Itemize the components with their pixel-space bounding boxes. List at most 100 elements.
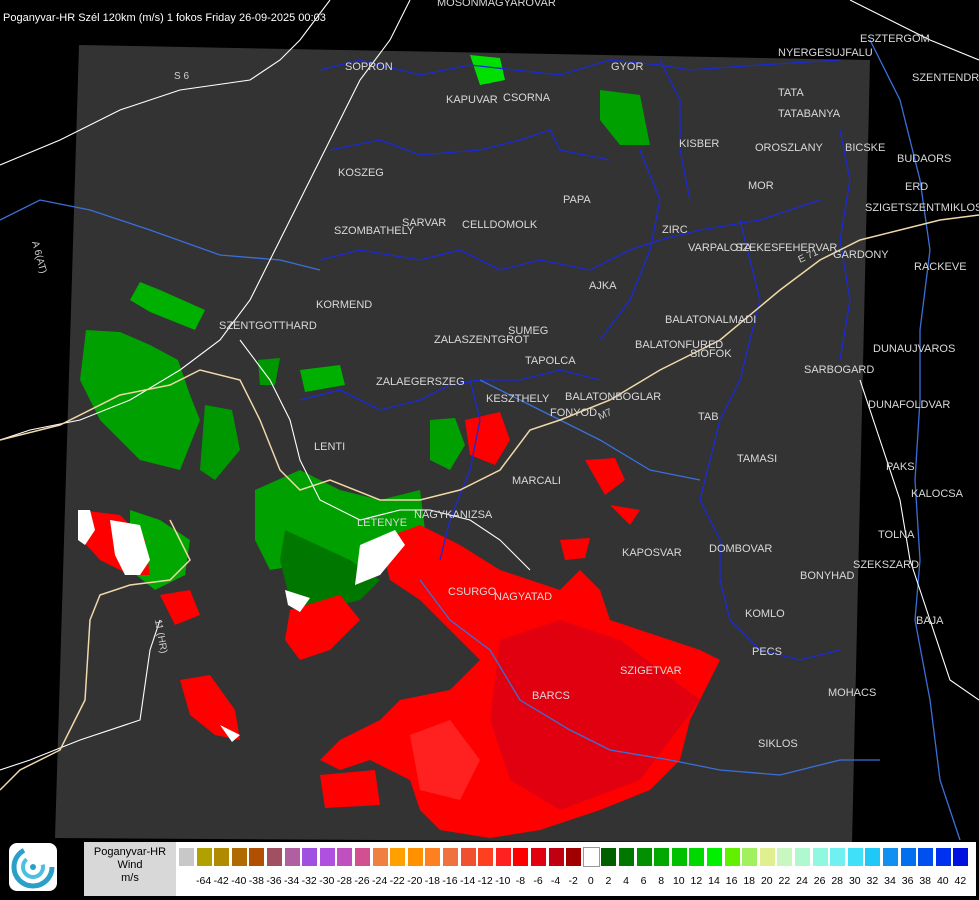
legend-swatch <box>882 847 899 867</box>
legend-swatch <box>899 847 917 867</box>
city-label: CSORNA <box>503 92 551 104</box>
city-label: KALOCSA <box>911 488 964 500</box>
city-label: TAB <box>698 411 719 423</box>
city-label: ZALASZENTGROT <box>434 334 530 346</box>
legend-swatch <box>653 847 671 867</box>
city-label: RACKEVE <box>914 261 967 273</box>
legend-swatch <box>178 847 195 867</box>
city-label: AJKA <box>589 280 617 292</box>
city-label: PECS <box>752 646 782 658</box>
legend-swatch <box>389 847 407 867</box>
legend-swatch <box>547 847 565 867</box>
city-label: KAPUVAR <box>446 94 498 106</box>
legend-swatch <box>424 847 442 867</box>
legend-swatch <box>829 847 847 867</box>
legend-swatch <box>582 847 600 867</box>
legend-swatch <box>371 847 389 867</box>
city-label: PAKS <box>886 461 915 473</box>
road-label: S 6 <box>174 71 189 82</box>
legend-swatch <box>195 847 213 867</box>
legend-swatch <box>283 847 301 867</box>
city-label: SZEKSZARD <box>853 559 919 571</box>
legend-unit: m/s <box>121 872 139 884</box>
legend-swatch <box>811 847 829 867</box>
city-label: SZEKESFEHERVAR <box>735 242 837 254</box>
city-label: TOLNA <box>878 529 915 541</box>
legend-swatch <box>934 847 952 867</box>
road-label: A 6(AT) <box>29 240 48 275</box>
legend-swatch <box>213 847 231 867</box>
city-label: BAJA <box>916 615 944 627</box>
legend-swatch <box>688 847 706 867</box>
city-label: TATA <box>778 87 804 99</box>
legend-swatch <box>477 847 495 867</box>
legend-swatch <box>776 847 794 867</box>
legend-swatch <box>758 847 776 867</box>
legend-swatch <box>442 847 459 867</box>
city-label: BALATONBOGLAR <box>565 391 661 403</box>
city-label: SZENTGOTTHARD <box>219 320 317 332</box>
legend-swatch <box>864 847 882 867</box>
city-label: SZIGETVAR <box>620 665 682 677</box>
city-label: BALATONALMADI <box>665 314 756 326</box>
city-label: BONYHAD <box>800 570 854 582</box>
color-legend: Poganyvar-HR Wind m/s -64 -42 -40 -38 -36 -34… <box>84 842 976 896</box>
radar-map: SOPRON KAPUVAR CSORNA GYOR TATA TATABANY… <box>0 0 979 843</box>
legend-swatch <box>600 847 618 867</box>
city-label: TAPOLCA <box>525 355 576 367</box>
city-label: SOPRON <box>345 61 393 73</box>
legend-swatch <box>565 847 583 867</box>
city-label: OROSZLANY <box>755 142 824 154</box>
city-label: TAMASI <box>737 453 777 465</box>
legend-swatch <box>354 847 371 867</box>
legend-swatch <box>318 847 336 867</box>
legend-swatch <box>635 847 653 867</box>
legend-tick-label: 42 <box>954 875 967 887</box>
legend-swatch <box>530 847 547 867</box>
legend-quantity: Wind <box>117 859 143 871</box>
city-label: KAPOSVAR <box>622 547 682 559</box>
city-label: KESZTHELY <box>486 393 550 405</box>
city-label: SIOFOK <box>690 348 732 360</box>
city-label: ESZTERGOM <box>860 33 930 45</box>
legend-swatch <box>706 847 723 867</box>
legend-swatch <box>618 847 635 867</box>
city-label: KOMLO <box>745 608 785 620</box>
city-label: LETENYE <box>357 517 407 529</box>
city-label: LENTI <box>314 441 345 453</box>
city-label: KOSZEG <box>338 167 384 179</box>
legend-swatch <box>741 847 759 867</box>
legend-swatch <box>266 847 283 867</box>
legend-swatch <box>917 847 935 867</box>
city-label: GARDONY <box>833 249 889 261</box>
city-label: SZENTENDRE <box>912 72 979 84</box>
city-label: NAGYKANIZSA <box>414 509 493 521</box>
swirl-logo-icon <box>11 845 55 889</box>
city-label: NYERGESUJFALU <box>778 47 873 59</box>
legend-swatch <box>336 847 354 867</box>
city-label: TATABANYA <box>778 108 841 120</box>
city-label: SZOMBATHELY <box>334 225 415 237</box>
city-label: SZIGETSZENTMIKLOS <box>865 202 979 214</box>
city-label: MOSONMAGYAROVAR <box>437 0 556 9</box>
legend-swatch <box>248 847 266 867</box>
legend-swatch <box>494 847 512 867</box>
legend-swatch <box>952 847 970 867</box>
city-label: BARCS <box>532 690 570 702</box>
radar-logo <box>9 843 57 891</box>
legend-swatch <box>512 847 530 867</box>
city-label: FONYOD <box>550 407 597 419</box>
city-label: MARCALI <box>512 475 561 487</box>
city-label: DUNAUJVAROS <box>873 343 955 355</box>
legend-header: Poganyvar-HR Wind m/s <box>84 842 176 896</box>
city-label: GYOR <box>611 61 643 73</box>
city-label: BICSKE <box>845 142 885 154</box>
city-label: SARBOGARD <box>804 364 874 376</box>
legend-swatch <box>406 847 424 867</box>
legend-swatch <box>794 847 811 867</box>
city-label: CSURGO <box>448 586 497 598</box>
legend-swatch <box>723 847 741 867</box>
legend-swatch <box>459 847 477 867</box>
city-label: NAGYATAD <box>494 591 552 603</box>
city-label: CELLDOMOLK <box>462 219 538 231</box>
